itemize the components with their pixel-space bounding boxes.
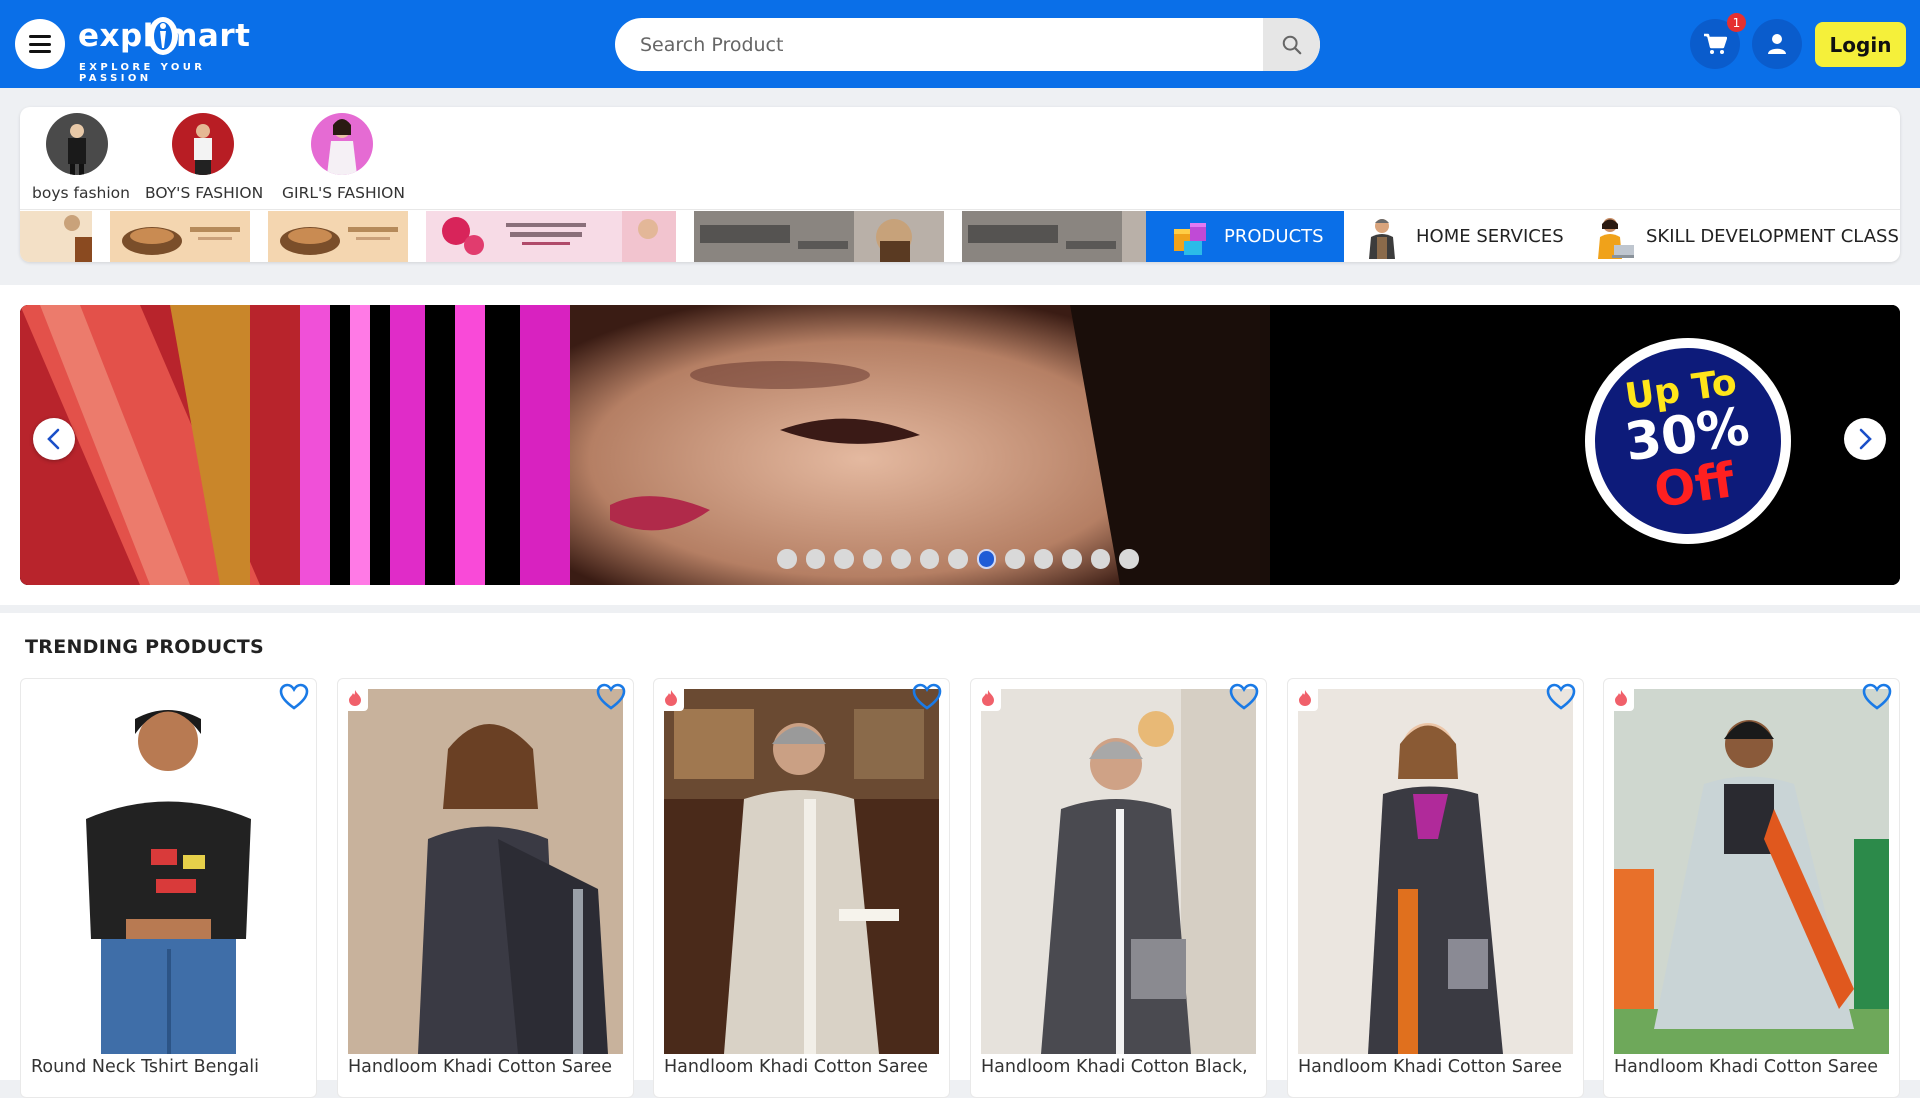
category-label: boys fashion [32,184,130,202]
product-name: Round Neck Tshirt Bengali [31,1057,260,1077]
carousel-dot[interactable] [1033,549,1053,569]
nav-home-services[interactable]: HOME SERVICES [1360,211,1564,262]
wishlist-heart-icon[interactable] [1545,681,1577,713]
category-panel: boys fashion BOY'S FASHION GIRL'S FASHIO… [20,107,1900,262]
product-name: Handloom Khadi Cotton Saree [1298,1057,1562,1077]
nav-products-label: PRODUCTS [1224,226,1324,247]
carousel-dot[interactable] [891,549,911,569]
flame-icon [1615,690,1627,706]
hot-badge [342,685,368,711]
product-image [981,689,1256,1054]
carousel-dot[interactable] [1005,549,1025,569]
hot-badge [1608,685,1634,711]
product-name: Handloom Khadi Cotton Saree [1614,1057,1878,1077]
search-input[interactable] [615,18,1265,71]
product-image [31,689,306,1054]
carousel-dot[interactable] [1119,549,1139,569]
product-card[interactable]: Handloom Khadi Cotton Black, [970,678,1267,1098]
student-icon [1598,217,1634,259]
flame-icon [349,690,361,706]
site-logo[interactable]: expl mart EXPLORE YOUR PASSION [78,12,278,84]
worker-icon [1369,218,1395,259]
chevron-left-icon [47,428,60,450]
discount-line-3: Off [1650,452,1738,520]
carousel-dot[interactable] [948,549,968,569]
category-girls-fashion[interactable]: GIRL'S FASHION [282,113,405,202]
wishlist-heart-icon[interactable] [595,681,627,713]
product-image [348,689,623,1054]
divider [20,209,1900,210]
login-button[interactable]: Login [1815,22,1906,67]
promo-thumbnail[interactable] [426,211,676,262]
search-icon [1282,35,1301,54]
logo-tagline: EXPLORE YOUR PASSION [79,62,206,84]
product-name: Handloom Khadi Cotton Saree [664,1057,928,1077]
carousel-prev-button[interactable] [33,418,75,460]
carousel-dot[interactable] [805,549,825,569]
category-label: GIRL'S FASHION [282,184,405,202]
product-image [1298,689,1573,1054]
category-avatar [46,113,108,175]
category-boys-fashion[interactable]: boys fashion [32,113,130,202]
product-image [664,689,939,1054]
carousel-dot[interactable] [919,549,939,569]
hamburger-icon [29,35,51,53]
trending-title: TRENDING PRODUCTS [25,636,265,658]
nav-home-services-label: HOME SERVICES [1416,226,1564,247]
nav-skill-development-label: SKILL DEVELOPMENT CLASS [1646,226,1899,247]
carousel-dots [777,549,1139,569]
product-card[interactable]: Round Neck Tshirt Bengali [20,678,317,1098]
hot-badge [1292,685,1318,711]
logo-pin-icon [148,17,178,55]
promo-thumbnail[interactable] [110,211,250,262]
category-avatar [311,113,373,175]
category-avatar [171,113,234,175]
carousel-dot[interactable] [976,549,996,569]
product-name: Handloom Khadi Cotton Black, [981,1057,1248,1077]
nav-skill-development[interactable]: SKILL DEVELOPMENT CLASS [1590,211,1899,262]
wishlist-heart-icon[interactable] [278,681,310,713]
banner-strip: PRODUCTS HOME SERVICES SKILL DEVELOPMENT… [20,211,1900,262]
discount-badge: Up To 30% Off [1582,335,1794,547]
product-image [1614,689,1889,1054]
product-card[interactable]: Handloom Khadi Cotton Saree [1603,678,1900,1098]
carousel-dot[interactable] [1090,549,1110,569]
flame-icon [665,690,677,706]
carousel-dot[interactable] [862,549,882,569]
promo-thumbnail[interactable] [20,211,92,262]
category-boys-fashion-2[interactable]: BOY'S FASHION [145,113,264,202]
wishlist-heart-icon[interactable] [911,681,943,713]
carousel-dot[interactable] [777,549,797,569]
account-button[interactable] [1752,19,1802,69]
hot-badge [975,685,1001,711]
cart-count-badge: 1 [1727,13,1746,32]
promo-thumbnail[interactable] [962,211,1146,262]
product-card[interactable]: Handloom Khadi Cotton Saree [653,678,950,1098]
carousel-next-button[interactable] [1844,418,1886,460]
box-icon [1174,222,1206,255]
nav-products[interactable]: PRODUCTS [1146,211,1344,262]
flame-icon [1299,690,1311,706]
cart-icon [1704,33,1727,54]
chevron-right-icon [1859,428,1872,450]
carousel-dot[interactable] [834,549,854,569]
promo-thumbnail[interactable] [268,211,408,262]
wishlist-heart-icon[interactable] [1861,681,1893,713]
product-card[interactable]: Handloom Khadi Cotton Saree [337,678,634,1098]
product-name: Handloom Khadi Cotton Saree [348,1057,612,1077]
wishlist-heart-icon[interactable] [1228,681,1260,713]
promo-thumbnail[interactable] [694,211,944,262]
flame-icon [982,690,994,706]
product-card[interactable]: Handloom Khadi Cotton Saree [1287,678,1584,1098]
search-button[interactable] [1263,18,1320,71]
user-icon [1768,34,1786,54]
search-bar [615,18,1320,71]
hot-badge [658,685,684,711]
menu-button[interactable] [15,19,65,69]
carousel-dot[interactable] [1062,549,1082,569]
category-label: BOY'S FASHION [145,184,264,202]
